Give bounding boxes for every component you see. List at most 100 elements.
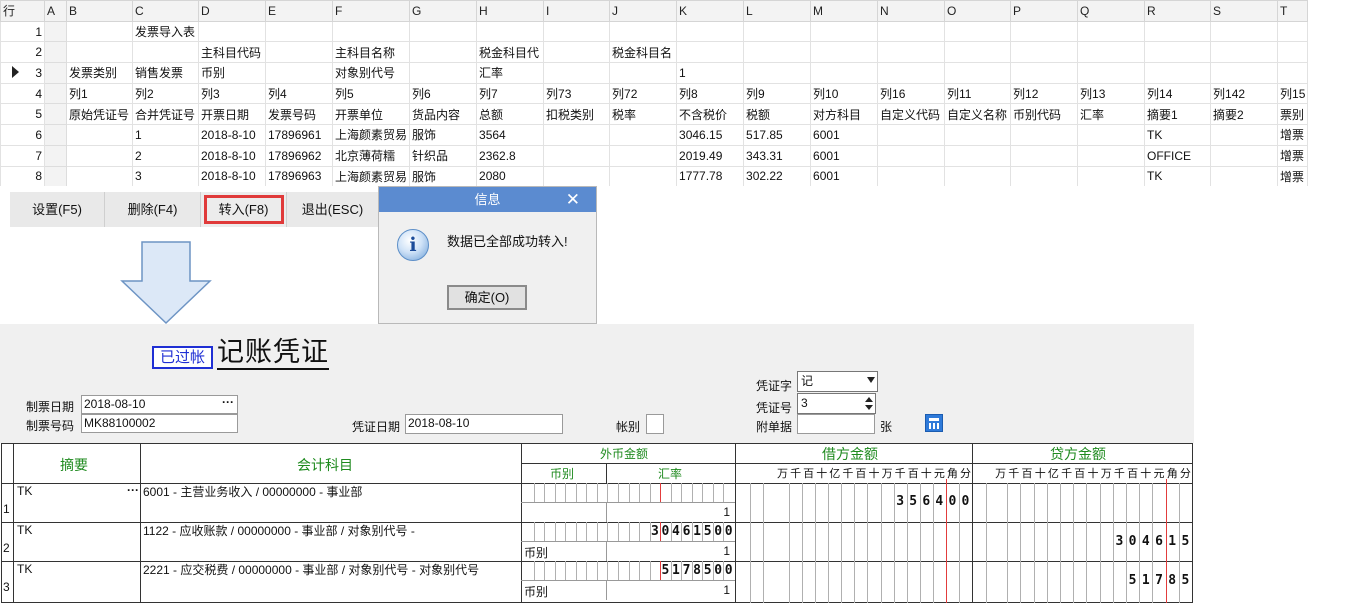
sheet-cell[interactable] — [1210, 144, 1279, 167]
sheet-cell[interactable] — [1210, 124, 1279, 146]
sheet-cell[interactable]: 2019.49 — [676, 144, 745, 167]
sheet-cell[interactable]: 摘要2 — [1210, 103, 1279, 126]
delete-button[interactable]: 删除(F4) — [105, 192, 201, 227]
column-header[interactable]: F — [331, 0, 411, 22]
sheet-cell[interactable]: 汇率 — [1077, 103, 1146, 126]
sheet-cell[interactable] — [743, 41, 812, 64]
sheet-cell[interactable] — [1210, 165, 1279, 186]
sheet-cell[interactable] — [1210, 41, 1279, 64]
sheet-cell[interactable]: 6001 — [810, 165, 879, 186]
sheet-cell[interactable] — [944, 165, 1012, 186]
column-header[interactable]: I — [543, 0, 611, 22]
row-number[interactable]: 8 — [0, 165, 45, 186]
sheet-cell[interactable]: 343.31 — [743, 144, 812, 167]
column-header[interactable]: L — [743, 0, 812, 22]
sheet-cell[interactable]: 列9 — [743, 82, 812, 105]
row-number[interactable]: 7 — [0, 144, 45, 167]
sheet-cell[interactable]: 2362.8 — [476, 144, 545, 167]
sheet-cell[interactable] — [265, 41, 333, 64]
row-number[interactable]: 4 — [0, 82, 45, 105]
sheet-cell[interactable] — [265, 62, 333, 84]
sheet-cell[interactable] — [1210, 62, 1279, 84]
column-header[interactable]: E — [265, 0, 333, 22]
subject-cell[interactable]: 1122 - 应收账款 / 00000000 - 事业部 / 对象别代号 - — [143, 524, 515, 538]
sheet-cell[interactable] — [1277, 41, 1309, 64]
sheet-cell[interactable]: 列1 — [66, 82, 133, 105]
sheet-cell[interactable] — [609, 62, 678, 84]
sheet-cell[interactable]: 扣税类别 — [543, 103, 611, 126]
sheet-cell[interactable]: 增票 — [1277, 165, 1309, 186]
sheet-cell[interactable]: 17896961 — [265, 124, 333, 146]
sheet-cell[interactable] — [66, 41, 133, 64]
sheet-cell[interactable]: 列2 — [132, 82, 199, 105]
sheet-cell[interactable]: 17896963 — [265, 165, 333, 186]
sheet-cell[interactable]: 517.85 — [743, 124, 812, 146]
sheet-cell[interactable]: 币别 — [198, 62, 266, 84]
sheet-cell[interactable]: 列4 — [265, 82, 333, 105]
more-icon[interactable]: ··· — [222, 394, 234, 411]
sheet-cell[interactable] — [877, 62, 946, 84]
make-date-field[interactable]: 2018-08-10 ··· — [81, 395, 238, 414]
sheet-cell[interactable]: 发票类别 — [66, 62, 133, 84]
sheet-cell[interactable]: 列13 — [1077, 82, 1146, 105]
summary-cell[interactable]: TK — [17, 562, 32, 576]
sheet-cell[interactable]: 主科目名称 — [331, 41, 411, 64]
sheet-cell[interactable]: 票别 — [1277, 103, 1309, 126]
attach-count-field[interactable] — [797, 414, 875, 434]
sheet-cell[interactable]: 6001 — [810, 144, 879, 167]
column-header[interactable]: 行 — [0, 0, 45, 22]
sheet-cell[interactable]: 列10 — [810, 82, 879, 105]
voucher-no-stepper[interactable]: 3 — [797, 393, 876, 414]
close-icon[interactable]: ✕ — [566, 187, 580, 212]
column-header[interactable]: O — [944, 0, 1012, 22]
sheet-cell[interactable] — [743, 62, 812, 84]
sheet-cell[interactable] — [1144, 41, 1212, 64]
row-number[interactable]: 1 — [0, 20, 45, 43]
sheet-cell[interactable] — [944, 144, 1012, 167]
sheet-cell[interactable] — [331, 20, 411, 43]
sheet-cell[interactable]: 销售发票 — [132, 62, 199, 84]
sheet-cell[interactable]: 列16 — [877, 82, 946, 105]
sheet-cell[interactable] — [877, 20, 946, 43]
sheet-cell[interactable] — [609, 165, 678, 186]
sheet-cell[interactable] — [944, 124, 1012, 146]
sheet-cell[interactable] — [944, 41, 1012, 64]
sheet-cell[interactable] — [66, 124, 133, 146]
sheet-cell[interactable]: 列5 — [331, 82, 411, 105]
column-header[interactable]: G — [409, 0, 478, 22]
sheet-cell[interactable] — [543, 62, 611, 84]
summary-cell[interactable]: TK — [17, 523, 32, 537]
sheet-cell[interactable]: 主科目代码 — [198, 41, 266, 64]
sheet-cell[interactable]: 2080 — [476, 165, 545, 186]
sheet-cell[interactable] — [44, 41, 67, 64]
sheet-cell[interactable] — [944, 62, 1012, 84]
column-header[interactable]: S — [1210, 0, 1279, 22]
sheet-cell[interactable]: 列3 — [198, 82, 266, 105]
rate-cell[interactable]: 1 — [716, 583, 730, 597]
sheet-cell[interactable]: TK — [1144, 165, 1212, 186]
sheet-cell[interactable]: 列11 — [944, 82, 1012, 105]
sheet-cell[interactable] — [877, 41, 946, 64]
rate-cell[interactable]: 1 — [716, 505, 730, 519]
sheet-cell[interactable] — [1010, 165, 1079, 186]
sheet-cell[interactable] — [1010, 62, 1079, 84]
sheet-cell[interactable]: 列7 — [476, 82, 545, 105]
sheet-cell[interactable]: 自定义代码 — [877, 103, 946, 126]
sheet-cell[interactable] — [409, 62, 478, 84]
sheet-cell[interactable]: 自定义名称 — [944, 103, 1012, 126]
summary-cell[interactable]: TK — [17, 484, 32, 498]
sheet-cell[interactable]: 发票导入表 — [132, 20, 199, 43]
sheet-cell[interactable] — [877, 165, 946, 186]
sheet-cell[interactable] — [1077, 124, 1146, 146]
sheet-cell[interactable] — [132, 41, 199, 64]
sheet-cell[interactable]: 对象别代号 — [331, 62, 411, 84]
sheet-cell[interactable] — [810, 62, 879, 84]
sheet-cell[interactable] — [609, 144, 678, 167]
column-header[interactable]: T — [1277, 0, 1309, 22]
settings-button[interactable]: 设置(F5) — [10, 192, 105, 227]
subject-cell[interactable]: 2221 - 应交税费 / 00000000 - 事业部 / 对象别代号 - 对… — [143, 563, 515, 577]
sheet-cell[interactable] — [543, 20, 611, 43]
column-header[interactable]: N — [877, 0, 946, 22]
column-header[interactable]: K — [676, 0, 745, 22]
sheet-cell[interactable]: 2018-8-10 — [198, 165, 266, 186]
